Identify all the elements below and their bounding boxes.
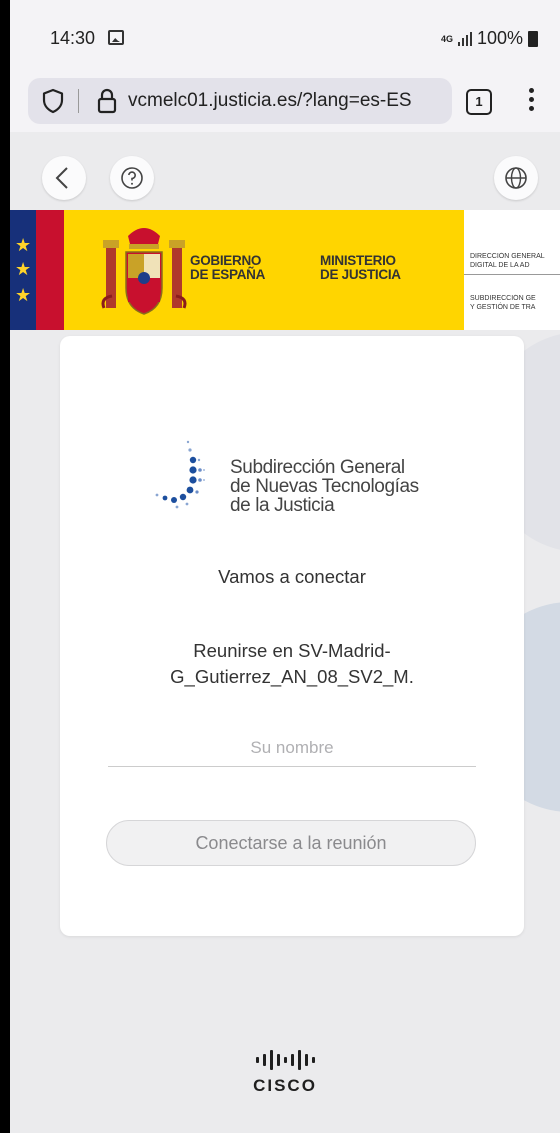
subdireccion-label: SUBDIRECCIÓN GE Y GESTIÓN DE TRA — [470, 295, 536, 311]
connect-heading: Vamos a conectar — [218, 566, 366, 587]
cisco-logo: CISCO — [240, 1048, 330, 1108]
status-bar: 14:30 4G 100% — [10, 0, 560, 72]
spain-flag-strip — [36, 210, 64, 330]
join-meeting-card: Subdirección General de Nuevas Tecnologí… — [60, 336, 524, 936]
ministry-logo-area: GOBIERNO DE ESPAÑA MINISTERIO DE JUSTICI… — [64, 210, 464, 330]
star-icon: ★ — [15, 235, 32, 255]
tab-switcher-button[interactable]: 1 — [466, 89, 492, 115]
name-input[interactable] — [108, 729, 476, 767]
gobierno-label: GOBIERNO DE ESPAÑA — [190, 253, 266, 282]
phone-screen: 14:30 4G 100% vcmelc01.justicia.es/?lang… — [10, 0, 560, 1133]
overflow-menu-icon[interactable] — [526, 84, 536, 118]
lock-icon[interactable] — [96, 87, 118, 115]
address-divider — [78, 89, 79, 113]
language-button[interactable] — [494, 156, 538, 200]
battery-percent: 100% — [476, 28, 523, 48]
direccion-label: DIRECCIÓN GENERAL DIGITAL DE LA AD — [470, 253, 545, 269]
globe-icon — [505, 167, 527, 189]
cisco-bars-icon — [240, 1048, 330, 1072]
address-bar[interactable]: vcmelc01.justicia.es/?lang=es-ES — [28, 78, 452, 124]
status-time: 14:30 — [50, 28, 96, 48]
meeting-name: Reunirse en SV-Madrid- G_Gutierrez_AN_08… — [170, 640, 414, 687]
shield-icon[interactable] — [42, 88, 64, 114]
join-meeting-button[interactable]: Conectarse a la reunión — [106, 820, 476, 866]
ministerio-label: MINISTERIO DE JUSTICIA — [320, 253, 401, 282]
network-type-icon: 4G — [440, 33, 453, 44]
banner-divider — [464, 274, 560, 275]
signal-icon — [457, 31, 472, 46]
question-icon — [121, 167, 143, 189]
back-button[interactable] — [42, 156, 86, 200]
chevron-left-icon — [55, 167, 68, 189]
web-page: ★ ★ ★ GOBIERNO DE ESPAÑA MINISTERIO DE J… — [10, 132, 560, 1133]
organization-name: Subdirección General de Nuevas Tecnologí… — [230, 457, 419, 516]
justicia-dots-logo-icon — [155, 440, 205, 509]
help-button[interactable] — [110, 156, 154, 200]
coat-of-arms-icon — [101, 228, 187, 315]
browser-toolbar: vcmelc01.justicia.es/?lang=es-ES 1 — [10, 72, 560, 132]
eu-flag: ★ ★ ★ — [10, 210, 36, 330]
cisco-wordmark: CISCO — [253, 1076, 317, 1095]
star-icon: ★ — [15, 285, 32, 305]
url-text[interactable]: vcmelc01.justicia.es/?lang=es-ES — [128, 90, 450, 112]
battery-icon — [528, 30, 538, 47]
star-icon: ★ — [15, 259, 32, 279]
government-banner: ★ ★ ★ GOBIERNO DE ESPAÑA MINISTERIO DE J… — [10, 210, 560, 330]
image-notification-icon — [108, 30, 124, 45]
status-indicators: 4G 100% — [441, 28, 538, 49]
